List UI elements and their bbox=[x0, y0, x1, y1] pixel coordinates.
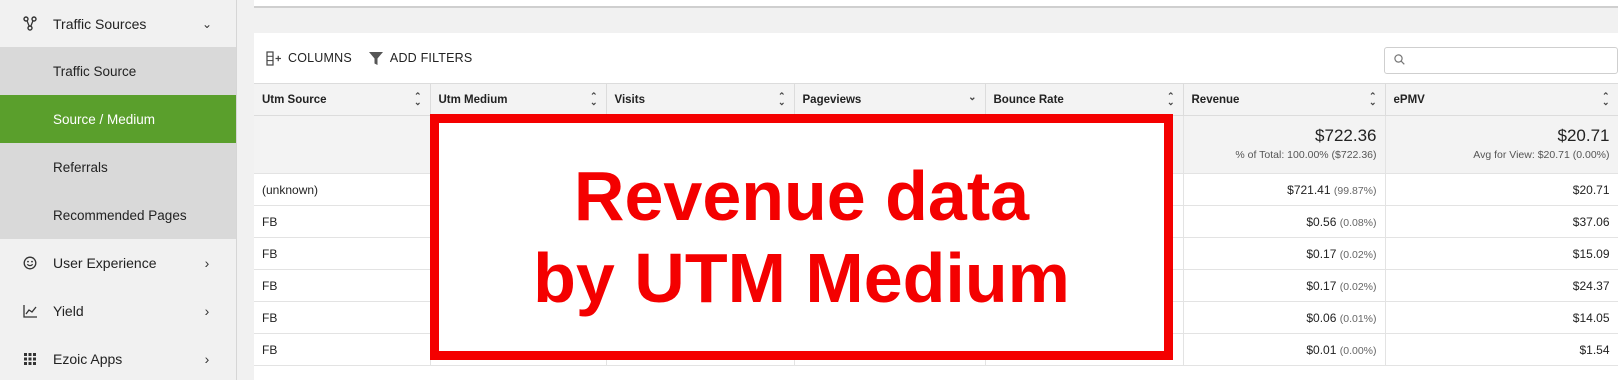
utm-source-cell: FB bbox=[254, 269, 431, 302]
revenue-value: $0.06 bbox=[1306, 310, 1337, 325]
sidebar-section-label: Traffic Sources bbox=[53, 15, 147, 32]
epmv-cell: $14.05 bbox=[1385, 301, 1618, 334]
sidebar-section-traffic-sources[interactable]: Traffic Sources ⌄ bbox=[0, 0, 236, 47]
revenue-value: $0.17 bbox=[1306, 278, 1337, 293]
header-label: Visits bbox=[614, 93, 645, 106]
annotation-line-1: Revenue data bbox=[573, 157, 1030, 235]
columns-label: COLUMNS bbox=[288, 51, 352, 65]
sidebar: Traffic Sources ⌄ Traffic Source Source … bbox=[0, 0, 237, 380]
revenue-cell: $0.06 (0.01%) bbox=[1183, 301, 1386, 334]
sidebar-item-label: Ezoic Apps bbox=[53, 351, 123, 367]
share-nodes-icon bbox=[22, 16, 38, 32]
utm-source-cell: (unknown) bbox=[254, 173, 431, 206]
utm-source-cell: FB bbox=[254, 333, 431, 366]
sort-icon: ⌃ ⌄ bbox=[1601, 91, 1610, 107]
revenue-cell: $0.17 (0.02%) bbox=[1183, 237, 1386, 270]
sidebar-item-traffic-source[interactable]: Traffic Source bbox=[0, 47, 236, 95]
summary-revenue-sub: % of Total: 100.00% ($722.36) bbox=[1235, 149, 1377, 161]
revenue-percent: (0.00%) bbox=[1339, 344, 1377, 357]
summary-epmv-cell: $20.71 Avg for View: $20.71 (0.00%) bbox=[1385, 115, 1618, 174]
column-header-utm-source[interactable]: Utm Source ⌃ ⌄ bbox=[254, 83, 431, 116]
revenue-cell: $0.56 (0.08%) bbox=[1183, 205, 1386, 238]
sidebar-item-user-experience[interactable]: User Experience › bbox=[0, 239, 236, 287]
utm-source-cell: FB bbox=[254, 301, 431, 334]
chevron-right-icon: › bbox=[204, 303, 210, 319]
revenue-cell: $721.41 (99.87%) bbox=[1183, 173, 1386, 206]
revenue-percent: (99.87%) bbox=[1333, 184, 1377, 197]
epmv-cell: $20.71 bbox=[1385, 173, 1618, 206]
annotation-line-2: by UTM Medium bbox=[533, 239, 1070, 317]
search-icon bbox=[1394, 52, 1405, 70]
sidebar-item-label: Yield bbox=[53, 303, 84, 319]
annotation-overlay: Revenue data by UTM Medium bbox=[430, 114, 1173, 360]
revenue-percent: (0.08%) bbox=[1339, 216, 1377, 229]
header-label: Pageviews bbox=[802, 93, 862, 106]
epmv-cell: $37.06 bbox=[1385, 205, 1618, 238]
header-label: Bounce Rate bbox=[993, 93, 1064, 106]
sort-descending-icon: ⌄ bbox=[968, 92, 977, 103]
header-label: Utm Source bbox=[262, 93, 327, 106]
add-filters-button[interactable]: ADD FILTERS bbox=[368, 51, 473, 66]
columns-button[interactable]: COLUMNS bbox=[266, 50, 352, 66]
revenue-cell: $0.17 (0.02%) bbox=[1183, 269, 1386, 302]
add-filters-label: ADD FILTERS bbox=[389, 51, 473, 65]
header-label: ePMV bbox=[1393, 93, 1425, 106]
utm-source-cell: FB bbox=[254, 237, 431, 270]
sidebar-item-label: User Experience bbox=[53, 255, 157, 271]
revenue-value: $0.56 bbox=[1306, 214, 1337, 229]
sidebar-item-source-medium[interactable]: Source / Medium bbox=[0, 95, 236, 143]
search-input[interactable] bbox=[1411, 53, 1617, 68]
sidebar-item-referrals[interactable]: Referrals bbox=[0, 143, 236, 191]
column-header-visits[interactable]: Visits ⌃ ⌄ bbox=[606, 83, 795, 116]
chevron-right-icon: › bbox=[204, 255, 210, 271]
sort-icon: ⌃ ⌄ bbox=[777, 91, 786, 107]
column-header-revenue[interactable]: Revenue ⌃ ⌄ bbox=[1183, 83, 1386, 116]
sidebar-submenu: Traffic Source Source / Medium Referrals… bbox=[0, 47, 236, 239]
revenue-value: $0.17 bbox=[1306, 246, 1337, 261]
line-chart-icon bbox=[22, 303, 38, 319]
sidebar-item-yield[interactable]: Yield › bbox=[0, 287, 236, 335]
column-header-bounce-rate[interactable]: Bounce Rate ⌃ ⌄ bbox=[985, 83, 1184, 116]
revenue-cell: $0.01 (0.00%) bbox=[1183, 333, 1386, 366]
chevron-down-icon: ⌄ bbox=[201, 16, 213, 31]
summary-epmv-sub: Avg for View: $20.71 (0.00%) bbox=[1473, 149, 1610, 161]
header-label: Revenue bbox=[1191, 93, 1240, 106]
revenue-percent: (0.02%) bbox=[1339, 248, 1377, 261]
sidebar-item-recommended-pages[interactable]: Recommended Pages bbox=[0, 191, 236, 239]
sort-icon: ⌃ ⌄ bbox=[1368, 91, 1377, 107]
columns-icon bbox=[266, 50, 282, 66]
column-header-utm-medium[interactable]: Utm Medium ⌃ ⌄ bbox=[430, 83, 607, 116]
epmv-cell: $24.37 bbox=[1385, 269, 1618, 302]
sidebar-item-ezoic-apps[interactable]: Ezoic Apps › bbox=[0, 335, 236, 380]
revenue-value: $0.01 bbox=[1306, 342, 1337, 357]
chevron-right-icon: › bbox=[204, 351, 210, 367]
epmv-cell: $15.09 bbox=[1385, 237, 1618, 270]
summary-epmv-value: $20.71 bbox=[1557, 126, 1610, 145]
epmv-cell: $1.54 bbox=[1385, 333, 1618, 366]
utm-source-cell: FB bbox=[254, 205, 431, 238]
revenue-value: $721.41 bbox=[1287, 182, 1331, 197]
table-search[interactable] bbox=[1384, 47, 1618, 74]
header-label: Utm Medium bbox=[438, 93, 508, 106]
sort-icon: ⌃ ⌄ bbox=[1166, 91, 1175, 107]
sort-icon: ⌃ ⌄ bbox=[589, 91, 598, 107]
filter-icon bbox=[368, 51, 384, 66]
sort-icon: ⌃ ⌄ bbox=[413, 91, 422, 107]
revenue-percent: (0.02%) bbox=[1339, 280, 1377, 293]
smiley-icon bbox=[22, 255, 38, 271]
summary-revenue-value: $722.36 bbox=[1315, 126, 1377, 145]
upper-panel bbox=[254, 0, 1618, 8]
revenue-percent: (0.01%) bbox=[1339, 312, 1377, 325]
table-header-row: Utm Source ⌃ ⌄ Utm Medium ⌃ ⌄ Visits ⌃ ⌄ Pagev… bbox=[254, 83, 1618, 116]
summary-revenue-cell: $722.36 % of Total: 100.00% ($722.36) bbox=[1183, 115, 1386, 174]
column-header-epmv[interactable]: ePMV ⌃ ⌄ bbox=[1385, 83, 1618, 116]
column-header-pageviews[interactable]: Pageviews ⌄ bbox=[794, 83, 986, 116]
grid-icon bbox=[22, 351, 38, 367]
